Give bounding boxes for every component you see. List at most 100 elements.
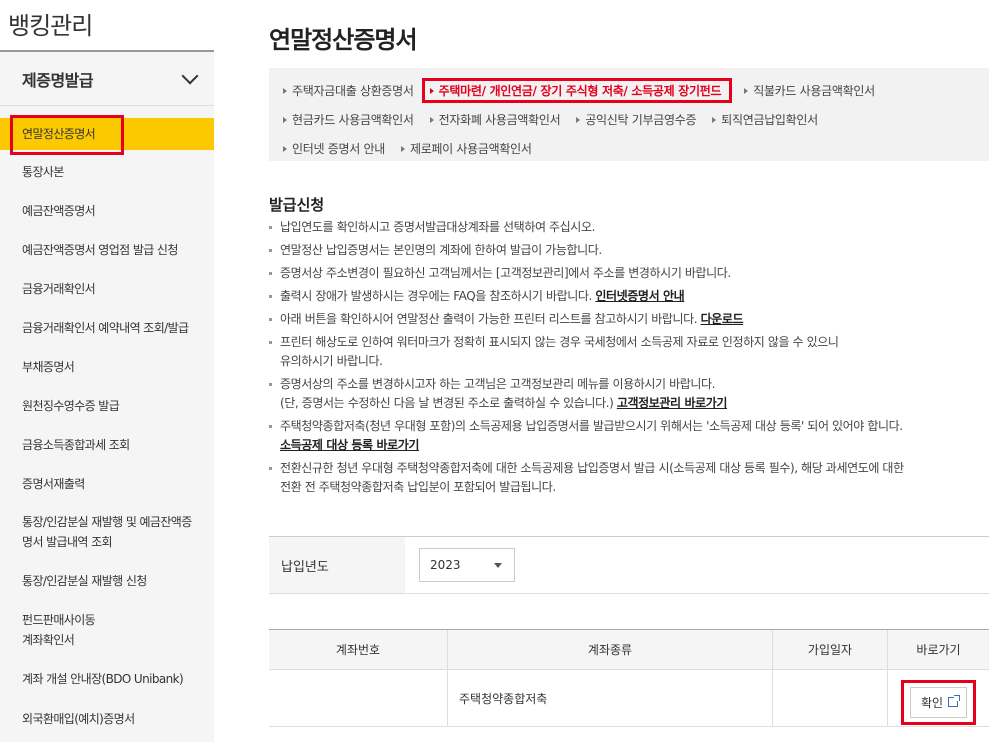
sidebar-item-reissue-request[interactable]: 통장/인감분실 재발행 신청 [0,561,214,601]
notice-item: 아래 버튼을 확인하시어 연말정산 출력이 가능한 프린터 리스트를 참고하시기… [269,310,989,329]
sidebar-item-label: 금융거래확인서 예약내역 조회/발급 [22,320,189,335]
confirm-button[interactable]: 확인 [909,686,968,718]
sidebar-item-financial-tx-cert[interactable]: 금융거래확인서 [0,269,214,308]
confirm-highlight: 확인 [900,679,977,725]
certificate-tabs: 주택자금대출 상환증명서 주택마련/ 개인연금/ 장기 주식형 저축/ 소득공제… [269,68,989,161]
sidebar-item-label: 통장사본 [22,164,64,179]
triangle-bullet-icon [283,116,287,123]
tab-label: 인터넷 증명서 안내 [292,142,385,156]
tab-donation-receipt[interactable]: 공익신탁 기부금영수증 [576,111,697,128]
triangle-bullet-icon [429,116,434,123]
column-header-account-type: 계좌종류 [448,630,773,669]
notice-text: 전환신규한 청년 우대형 주택청약종합저축에 대한 소득공제용 납입증명서 발급… [280,461,904,475]
notice-text: 증명서상 주소변경이 필요하신 고객님께서는 [고객정보관리]에서 주소를 변경… [280,266,731,280]
cell-account-no [269,670,448,726]
notice-text: 전환 전 주택청약종합저축 납입분이 포함되어 발급됩니다. [280,480,556,494]
sidebar-item-reissue-history[interactable]: 통장/인감분실 재발행 및 예금잔액증 명서 발급내역 조회 [0,503,214,561]
sidebar-item-debt-cert[interactable]: 부채증명서 [0,347,214,386]
notice-item: 전환신규한 청년 우대형 주택청약종합저축에 대한 소득공제용 납입증명서 발급… [269,459,989,497]
caret-down-icon [494,562,502,568]
notice-text: 아래 버튼을 확인하시어 연말정산 출력이 가능한 프린터 리스트를 참고하시기… [280,312,701,326]
sidebar-item-label: 연말정산증명서 [22,127,96,141]
tab-housing-loan[interactable]: 주택자금대출 상환증명서 [283,82,414,99]
tab-label: 주택마련/ 개인연금/ 장기 주식형 저축/ 소득공제 장기펀드 [438,84,722,98]
sidebar-item-label-line2: 계좌확인서 [22,633,75,647]
notice-text: 납입연도를 확인하시고 증명서발급대상계좌를 선택하여 주십시오. [280,220,595,234]
account-table: 계좌번호 계좌종류 가입일자 바로가기 주택청약종합저축 확인 [269,629,989,727]
triangle-bullet-icon [400,145,405,152]
tab-label: 제로페이 사용금액확인서 [409,142,532,156]
tab-retirement-pension[interactable]: 퇴직연금납입확인서 [712,111,818,128]
sidebar-section-label: 제증명발급 [22,70,94,90]
notice-text: 연말정산 납입증명서는 본인명의 계좌에 한하여 발급이 가능합니다. [280,243,602,257]
notice-text: (단, 증명서는 수정하신 다음 날 변경된 주소로 출력하실 수 있습니다.) [280,396,617,410]
sidebar-item-label: 통장/인감분실 재발행 신청 [22,574,147,588]
tab-e-money[interactable]: 전자화폐 사용금액확인서 [429,111,561,128]
triangle-bullet-icon [429,87,434,94]
tab-label: 공익신탁 기부금영수증 [585,113,697,127]
cell-join-date [773,670,888,726]
chevron-down-icon [181,67,199,84]
download-link[interactable]: 다운로드 [701,312,744,326]
tab-debit-card[interactable]: 직불카드 사용금액확인서 [744,82,875,99]
sidebar-panel: 제증명발급 연말정산증명서 통장사본 예금잔액증명서 예금잔액증명서 영업점 발… [0,50,214,742]
tab-row: 주택자금대출 상환증명서 주택마련/ 개인연금/ 장기 주식형 저축/ 소득공제… [283,76,979,105]
sidebar-item-financial-tx-reservation[interactable]: 금융거래확인서 예약내역 조회/발급 [0,308,214,347]
sidebar-item-label: 계좌 개설 안내장(BDO Unibank) [22,672,184,686]
page-title: 연말정산증명서 [269,26,418,54]
sidebar-section-toggle[interactable]: 제증명발급 [0,52,214,106]
sidebar-item-label: 금융소득종합과세 조회 [22,437,130,452]
sidebar-item-label: 통장/인감분실 재발행 및 예금잔액증 [22,515,192,529]
sidebar-item-label: 예금잔액증명서 [22,203,96,218]
external-link-icon [948,695,961,707]
sidebar-item-fund-transfer[interactable]: 펀드판매사이동 계좌확인서 [0,601,214,659]
cell-account-type: 주택청약종합저축 [448,670,773,726]
tab-housing-savings[interactable]: 주택마련/ 개인연금/ 장기 주식형 저축/ 소득공제 장기펀드 [421,78,733,103]
notice-list: 납입연도를 확인하시고 증명서발급대상계좌를 선택하여 주십시오. 연말정산 납… [269,218,989,501]
sidebar-item-year-end-tax[interactable]: 연말정산증명서 [0,115,214,155]
notice-item: 납입연도를 확인하시고 증명서발급대상계좌를 선택하여 주십시오. [269,218,989,237]
sidebar-item-balance-cert-branch[interactable]: 예금잔액증명서 영업점 발급 신청 [0,230,214,269]
sidebar-item-financial-income-tax[interactable]: 금융소득종합과세 조회 [0,425,214,464]
tab-zeropay[interactable]: 제로페이 사용금액확인서 [400,140,532,157]
tab-internet-cert-guide[interactable]: 인터넷 증명서 안내 [283,140,385,157]
year-select[interactable]: 2023 [419,548,515,582]
deduction-register-link[interactable]: 소득공제 대상 등록 바로가기 [280,438,419,452]
notice-item: 프린터 해상도로 인하여 워터마크가 정확히 표시되지 않는 경우 국세청에서 … [269,333,989,371]
sidebar-item-balance-cert[interactable]: 예금잔액증명서 [0,191,214,230]
sidebar-item-withholding-receipt[interactable]: 원천징수영수증 발급 [0,386,214,425]
tab-label: 현금카드 사용금액확인서 [292,113,414,127]
notice-text: 유의하시기 바랍니다. [280,354,383,368]
internet-cert-guide-link[interactable]: 인터넷증명서 안내 [595,289,684,303]
tab-label: 주택자금대출 상환증명서 [292,84,414,98]
triangle-bullet-icon [283,145,287,152]
tab-cash-card[interactable]: 현금카드 사용금액확인서 [283,111,414,128]
sidebar-item-label: 외국환매입(예치)증명서 [22,712,135,726]
tab-label: 퇴직연금납입확인서 [721,113,818,127]
sidebar-item-passbook-copy[interactable]: 통장사본 [0,152,214,191]
year-value: 2023 [430,558,461,572]
sidebar-item-label: 펀드판매사이동 [22,613,96,627]
triangle-bullet-icon [283,87,287,94]
tab-label: 직불카드 사용금액확인서 [753,84,875,98]
notice-text: 주택청약종합저축(청년 우대형 포함)의 소득공제용 납입증명서를 발급받으시기… [280,419,903,433]
column-header-account-no: 계좌번호 [269,630,448,669]
sidebar-item-label: 부채증명서 [22,359,75,374]
sidebar-item-fx-purchase-cert[interactable]: 외국환매입(예치)증명서 [0,699,214,739]
tab-row: 인터넷 증명서 안내 제로페이 사용금액확인서 [283,134,979,163]
tab-row: 현금카드 사용금액확인서 전자화폐 사용금액확인서 공익신탁 기부금영수증 퇴직… [283,105,979,134]
notice-item: 증명서상 주소변경이 필요하신 고객님께서는 [고객정보관리]에서 주소를 변경… [269,264,989,283]
section-title: 발급신청 [269,196,325,214]
customer-info-link[interactable]: 고객정보관리 바로가기 [617,396,728,410]
triangle-bullet-icon [576,116,581,123]
sidebar-item-label: 예금잔액증명서 영업점 발급 신청 [22,242,178,257]
tab-label: 전자화폐 사용금액확인서 [438,113,561,127]
column-header-join-date: 가입일자 [773,630,888,669]
sidebar-item-reprint[interactable]: 증명서재출력 [0,464,214,503]
sidebar: 뱅킹관리 제증명발급 연말정산증명서 통장사본 예금잔액증명서 예금잔액증명서 … [0,0,214,742]
confirm-label: 확인 [920,695,944,710]
sidebar-title: 뱅킹관리 [8,12,93,40]
sidebar-item-label: 증명서재출력 [22,476,85,491]
sidebar-item-account-notice[interactable]: 계좌 개설 안내장(BDO Unibank) [0,659,214,699]
notice-text: 프린터 해상도로 인하여 워터마크가 정확히 표시되지 않는 경우 국세청에서 … [280,335,839,349]
